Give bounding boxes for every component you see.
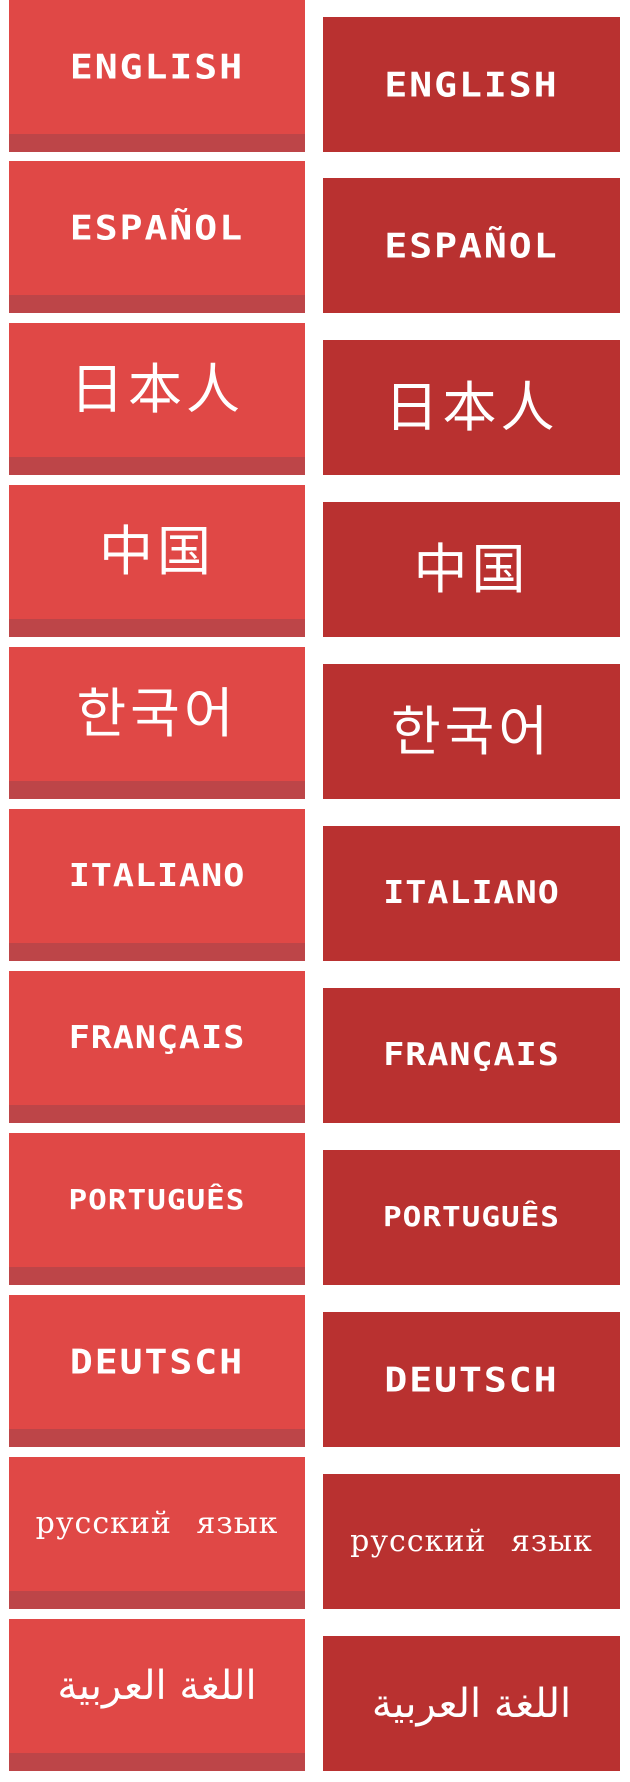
button-shadow xyxy=(9,295,305,313)
japanese-button-pressed[interactable]: 日本人 xyxy=(323,340,620,475)
button-face: русский язык xyxy=(9,1457,305,1591)
language-row-arabic: اللغة العربية اللغة العربية xyxy=(0,1619,630,1774)
button-label: русский язык xyxy=(350,1523,593,1559)
button-shadow xyxy=(9,943,305,961)
button-label: ENGLISH xyxy=(384,64,559,105)
italiano-button-pressed[interactable]: ITALIANO xyxy=(323,826,620,961)
korean-button-normal[interactable]: 한국어 xyxy=(9,647,305,799)
button-label: 한국어 xyxy=(76,682,238,745)
button-label: ESPAÑOL xyxy=(69,208,245,248)
button-face: ENGLISH xyxy=(9,0,305,134)
language-row-portugues: PORTUGUÊS PORTUGUÊS xyxy=(0,1133,630,1288)
language-row-english: ENGLISH ENGLISH xyxy=(0,0,630,155)
button-label: ENGLISH xyxy=(69,47,245,87)
button-label: اللغة العربية xyxy=(371,1680,572,1727)
button-face: DEUTSCH xyxy=(9,1295,305,1429)
english-button-pressed[interactable]: ENGLISH xyxy=(323,17,620,152)
button-label: 日本人 xyxy=(70,358,244,421)
button-label: FRANÇAIS xyxy=(383,1037,560,1074)
espanol-button-pressed[interactable]: ESPAÑOL xyxy=(323,178,620,313)
button-shadow xyxy=(9,457,305,475)
button-face: 日本人 xyxy=(9,323,305,457)
button-shadow xyxy=(9,1105,305,1123)
button-shadow xyxy=(9,781,305,799)
button-label: 中国 xyxy=(99,520,215,583)
russian-button-pressed[interactable]: русский язык xyxy=(323,1474,620,1609)
portugues-button-normal[interactable]: PORTUGUÊS xyxy=(9,1133,305,1285)
button-label: PORTUGUÊS xyxy=(68,1183,246,1216)
button-face: اللغة العربية xyxy=(9,1619,305,1753)
arabic-button-normal[interactable]: اللغة العربية xyxy=(9,1619,305,1771)
button-label: 日本人 xyxy=(384,375,559,439)
russian-button-normal[interactable]: русский язык xyxy=(9,1457,305,1609)
button-label: русский язык xyxy=(35,1506,279,1541)
language-row-japanese: 日本人 日本人 xyxy=(0,323,630,478)
italiano-button-normal[interactable]: ITALIANO xyxy=(9,809,305,961)
deutsch-button-pressed[interactable]: DEUTSCH xyxy=(323,1312,620,1447)
japanese-button-normal[interactable]: 日本人 xyxy=(9,323,305,475)
language-row-italiano: ITALIANO ITALIANO xyxy=(0,809,630,964)
korean-button-pressed[interactable]: 한국어 xyxy=(323,664,620,799)
button-label: 中国 xyxy=(413,537,530,601)
button-face: 中国 xyxy=(9,485,305,619)
language-row-espanol: ESPAÑOL ESPAÑOL xyxy=(0,161,630,316)
button-label: ITALIANO xyxy=(68,857,246,894)
button-face: ITALIANO xyxy=(9,809,305,943)
button-label: ITALIANO xyxy=(383,875,560,912)
chinese-button-normal[interactable]: 中国 xyxy=(9,485,305,637)
button-label: ESPAÑOL xyxy=(384,225,559,266)
language-row-korean: 한국어 한국어 xyxy=(0,647,630,802)
francais-button-normal[interactable]: FRANÇAIS xyxy=(9,971,305,1123)
portugues-button-pressed[interactable]: PORTUGUÊS xyxy=(323,1150,620,1285)
button-face: 한국어 xyxy=(9,647,305,781)
espanol-button-normal[interactable]: ESPAÑOL xyxy=(9,161,305,313)
button-label: PORTUGUÊS xyxy=(383,1200,560,1234)
button-label: DEUTSCH xyxy=(384,1359,559,1400)
button-shadow xyxy=(9,134,305,152)
button-shadow xyxy=(9,1753,305,1771)
language-row-francais: FRANÇAIS FRANÇAIS xyxy=(0,971,630,1126)
deutsch-button-normal[interactable]: DEUTSCH xyxy=(9,1295,305,1447)
button-label: 한국어 xyxy=(390,699,553,763)
button-shadow xyxy=(9,1267,305,1285)
arabic-button-pressed[interactable]: اللغة العربية xyxy=(323,1636,620,1771)
button-face: ESPAÑOL xyxy=(9,161,305,295)
chinese-button-pressed[interactable]: 中国 xyxy=(323,502,620,637)
button-shadow xyxy=(9,619,305,637)
button-label: FRANÇAIS xyxy=(68,1019,246,1056)
button-shadow xyxy=(9,1429,305,1447)
button-shadow xyxy=(9,1591,305,1609)
english-button-normal[interactable]: ENGLISH xyxy=(9,0,305,152)
language-row-chinese: 中国 中国 xyxy=(0,485,630,640)
button-label: DEUTSCH xyxy=(69,1342,245,1382)
button-face: PORTUGUÊS xyxy=(9,1133,305,1267)
language-row-russian: русский язык русский язык xyxy=(0,1457,630,1612)
francais-button-pressed[interactable]: FRANÇAIS xyxy=(323,988,620,1123)
button-label: اللغة العربية xyxy=(57,1663,257,1709)
button-face: FRANÇAIS xyxy=(9,971,305,1105)
language-row-deutsch: DEUTSCH DEUTSCH xyxy=(0,1295,630,1450)
